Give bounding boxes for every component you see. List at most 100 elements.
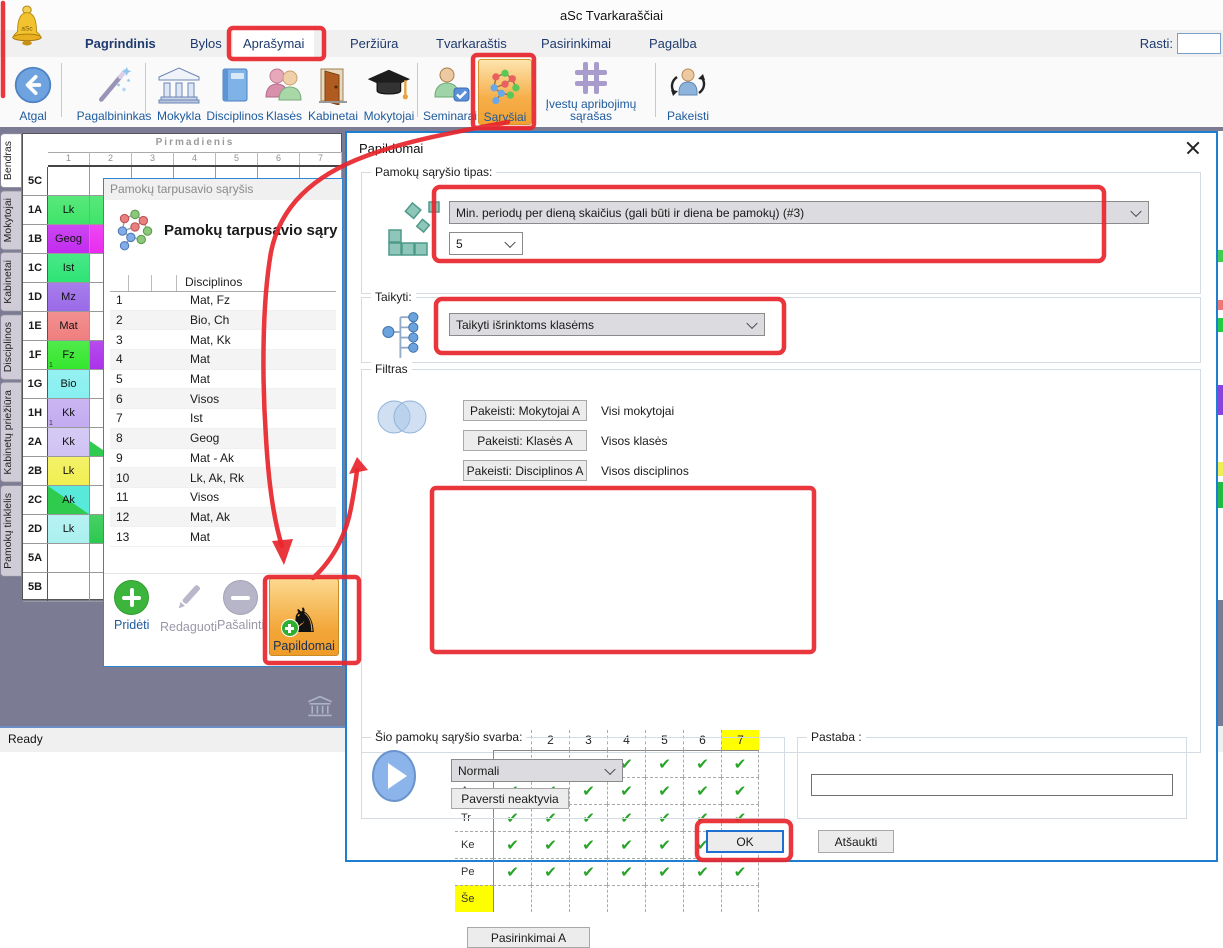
apply-group-label: Taikyti: [371,290,416,304]
relation-row[interactable]: 11Visos [110,488,336,508]
deactivate-button[interactable]: Paversti neaktyvia [451,788,569,809]
advanced-button[interactable]: ♞ Papildomai [269,578,339,656]
lesson-count-mark: 1 [49,420,53,427]
lesson-cell[interactable]: Kk [48,428,90,456]
find-input[interactable] [1177,33,1221,54]
chevron-down-icon [1130,205,1141,216]
lesson-cell[interactable] [48,573,90,601]
book-icon [215,59,255,110]
relation-row[interactable]: 9Mat - Ak [110,449,336,469]
relation-row[interactable]: 6Visos [110,389,336,409]
remove-button[interactable]: Pašalinti [217,580,264,632]
grid-check-cell[interactable] [569,885,607,912]
filter-change-button[interactable]: Pakeisti: Disciplinos A [463,460,587,481]
period-count-select[interactable]: 5 [449,232,523,255]
close-icon[interactable] [1186,141,1200,155]
grid-check-cell[interactable]: ✔ [531,831,569,858]
lesson-cell[interactable]: Lk [48,515,90,543]
grid-check-cell[interactable]: ✔ [721,858,759,885]
relation-number: 1 [110,293,190,307]
lesson-cell[interactable] [48,544,90,572]
lesson-cell[interactable]: Mat [48,312,90,340]
grid-check-cell[interactable] [607,885,645,912]
menu-item-aprasymai[interactable]: Aprašymai [233,30,314,57]
cancel-button[interactable]: Atšaukti [818,830,894,853]
apply-group: Taikyti: Taikyti išrinktoms klasėms [361,297,1201,363]
toolbar-item-pagalbininkas[interactable]: Pagalbininkas [66,59,162,123]
relation-row[interactable]: 12Mat, Ak [110,508,336,528]
filter-change-button[interactable]: Pakeisti: Klasės A [463,430,587,451]
sidebar-tab-mokytojai[interactable]: Mokytojai [0,190,22,250]
filter-change-button[interactable]: Pakeisti: Mokytojai A [463,400,587,421]
toolbar-item-ivestu-apribojimu-sarasas[interactable]: Įvestų apribojimų sąrašas [531,59,651,123]
note-input[interactable] [811,774,1173,796]
relation-row[interactable]: 13Mat [110,527,336,547]
grid-check-cell[interactable] [531,885,569,912]
grid-check-cell[interactable]: ✔ [569,831,607,858]
menu-item-tvarkarastis[interactable]: Tvarkaraštis [426,30,517,57]
lesson-cell[interactable]: Mz [48,283,90,311]
sidebar-tab-bendras[interactable]: Bendras [0,133,22,188]
apply-to-select[interactable]: Taikyti išrinktoms klasėms [449,313,765,336]
toolbar-item-atgal[interactable]: Atgal [6,59,60,123]
lesson-cell[interactable] [48,167,90,195]
add-button[interactable]: Pridėti [114,580,149,632]
toolbar-item-pakeisti[interactable]: Pakeisti [660,59,716,123]
ok-button[interactable]: OK [706,830,784,853]
lesson-cell[interactable]: Lk [48,457,90,485]
menu-item-bylos[interactable]: Bylos [180,30,232,57]
lesson-cell[interactable]: Ak [48,486,90,514]
lesson-cell[interactable]: Ist [48,254,90,282]
lesson-cell[interactable]: Fz1 [48,341,90,369]
grid-check-cell[interactable] [683,885,721,912]
relation-row[interactable]: 7Ist [110,409,336,429]
grid-check-cell[interactable]: ✔ [607,831,645,858]
grid-check-cell[interactable] [645,885,683,912]
lesson-cell[interactable]: Bio [48,370,90,398]
toolbar-item-label: Pakeisti [667,110,709,123]
relation-row[interactable]: 2Bio, Ch [110,311,336,331]
options-button[interactable]: Pasirinkimai A [467,927,590,948]
relation-row[interactable]: 8Geog [110,429,336,449]
sidebar-tab-pamok-tinklelis[interactable]: Pamokų tinklelis [0,485,22,577]
grid-check-cell[interactable]: ✔ [645,858,683,885]
menu-item-pagrindinis[interactable]: Pagrindinis [75,30,166,57]
filter-group: Filtras Pakeisti: Mokytojai AVisi mokyto… [361,369,1201,753]
sidebar-tab-kabinetai[interactable]: Kabinetai [0,252,22,312]
grid-check-cell[interactable]: ✔ [493,858,531,885]
people-icon [262,59,306,110]
sidebar-tab-kabinet-prie-i-ra[interactable]: Kabinetų priežiūra [0,382,22,483]
relation-type-select[interactable]: Min. periodų per dieną skaičius (gali bū… [449,201,1149,224]
relation-row[interactable]: 10Lk, Ak, Rk [110,468,336,488]
grid-check-cell[interactable]: ✔ [645,831,683,858]
toolbar-item-disciplinos[interactable]: Disciplinos [208,59,262,123]
edit-button[interactable]: Redaguoti [160,580,217,634]
relation-row[interactable]: 3Mat, Kk [110,330,336,350]
menu-item-perziura[interactable]: Peržiūra [340,30,408,57]
menu-item-pagalba[interactable]: Pagalba [639,30,707,57]
importance-select[interactable]: Normali [451,759,623,782]
toolbar-item-seminarai[interactable]: Seminarai [422,59,478,123]
grid-check-cell[interactable]: ✔ [569,858,607,885]
grid-check-cell[interactable]: ✔ [531,858,569,885]
toolbar-item-mokytojai[interactable]: Mokytojai [360,59,418,123]
menu-item-pasirinkimai[interactable]: Pasirinkimai [531,30,621,57]
chevron-down-icon [604,763,615,774]
grid-check-cell[interactable]: ✔ [683,858,721,885]
lesson-cell[interactable]: Lk [48,196,90,224]
toolbar-item-klases[interactable]: Klasės [262,59,306,123]
grid-check-cell[interactable]: ✔ [493,831,531,858]
toolbar-item-kabinetai[interactable]: Kabinetai [306,59,360,123]
relation-row[interactable]: 5Mat [110,370,336,390]
sidebar-tab-disciplinos[interactable]: Disciplinos [0,314,22,380]
relation-row[interactable]: 1Mat, Fz [110,291,336,311]
toolbar-item-mokykla[interactable]: Mokykla [150,59,208,123]
grid-check-cell[interactable] [721,885,759,912]
lesson-cell[interactable]: Kk1 [48,399,90,427]
grid-check-cell[interactable]: ✔ [607,858,645,885]
toolbar-item-sarysiai[interactable]: Sąryšiai [478,59,532,125]
relation-row[interactable]: 4Mat [110,350,336,370]
class-label: 1B [23,225,48,253]
grid-check-cell[interactable] [493,885,531,912]
lesson-cell[interactable]: Geog [48,225,90,253]
